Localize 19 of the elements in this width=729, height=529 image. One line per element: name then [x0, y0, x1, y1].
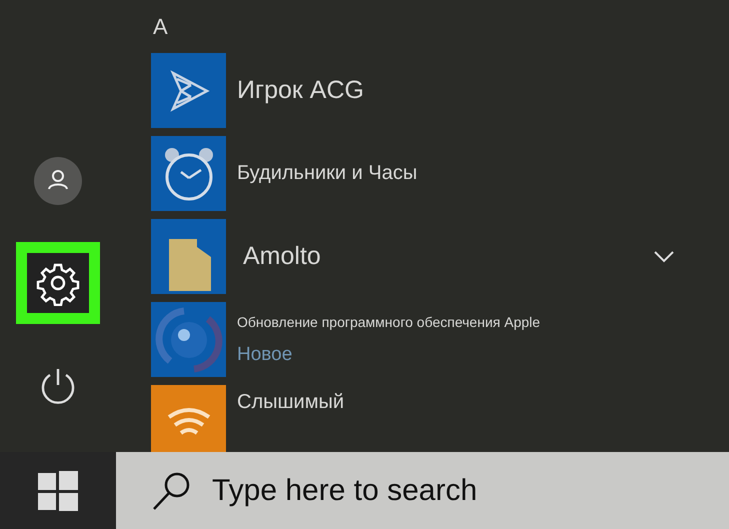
group-letter: A [153, 14, 169, 40]
folder-icon [169, 239, 211, 291]
app-name: Обновление программного обеспечения Apple [237, 314, 540, 330]
app-item[interactable]: Amolto [151, 219, 729, 294]
app-item[interactable]: Игрок ACG [151, 53, 729, 128]
app-name: Игрок ACG [237, 76, 364, 105]
status-label: Новое [237, 344, 292, 366]
app-name: Слышимый [237, 391, 344, 414]
account-icon[interactable] [34, 157, 82, 205]
app-item[interactable]: Будильники и Часы [151, 136, 729, 211]
settings-button[interactable] [16, 242, 100, 324]
app-item[interactable]: Обновление программного обеспечения Apple Новое [151, 302, 729, 377]
app-item[interactable]: Слышимый [151, 385, 729, 452]
app-name: Amolto [243, 242, 321, 271]
search-field[interactable]: Type here to search [116, 452, 729, 529]
windows-logo-icon [38, 470, 78, 510]
chevron-icon[interactable] [654, 250, 674, 262]
app-name: Будильники и Часы [237, 162, 418, 185]
search-icon [152, 470, 192, 510]
